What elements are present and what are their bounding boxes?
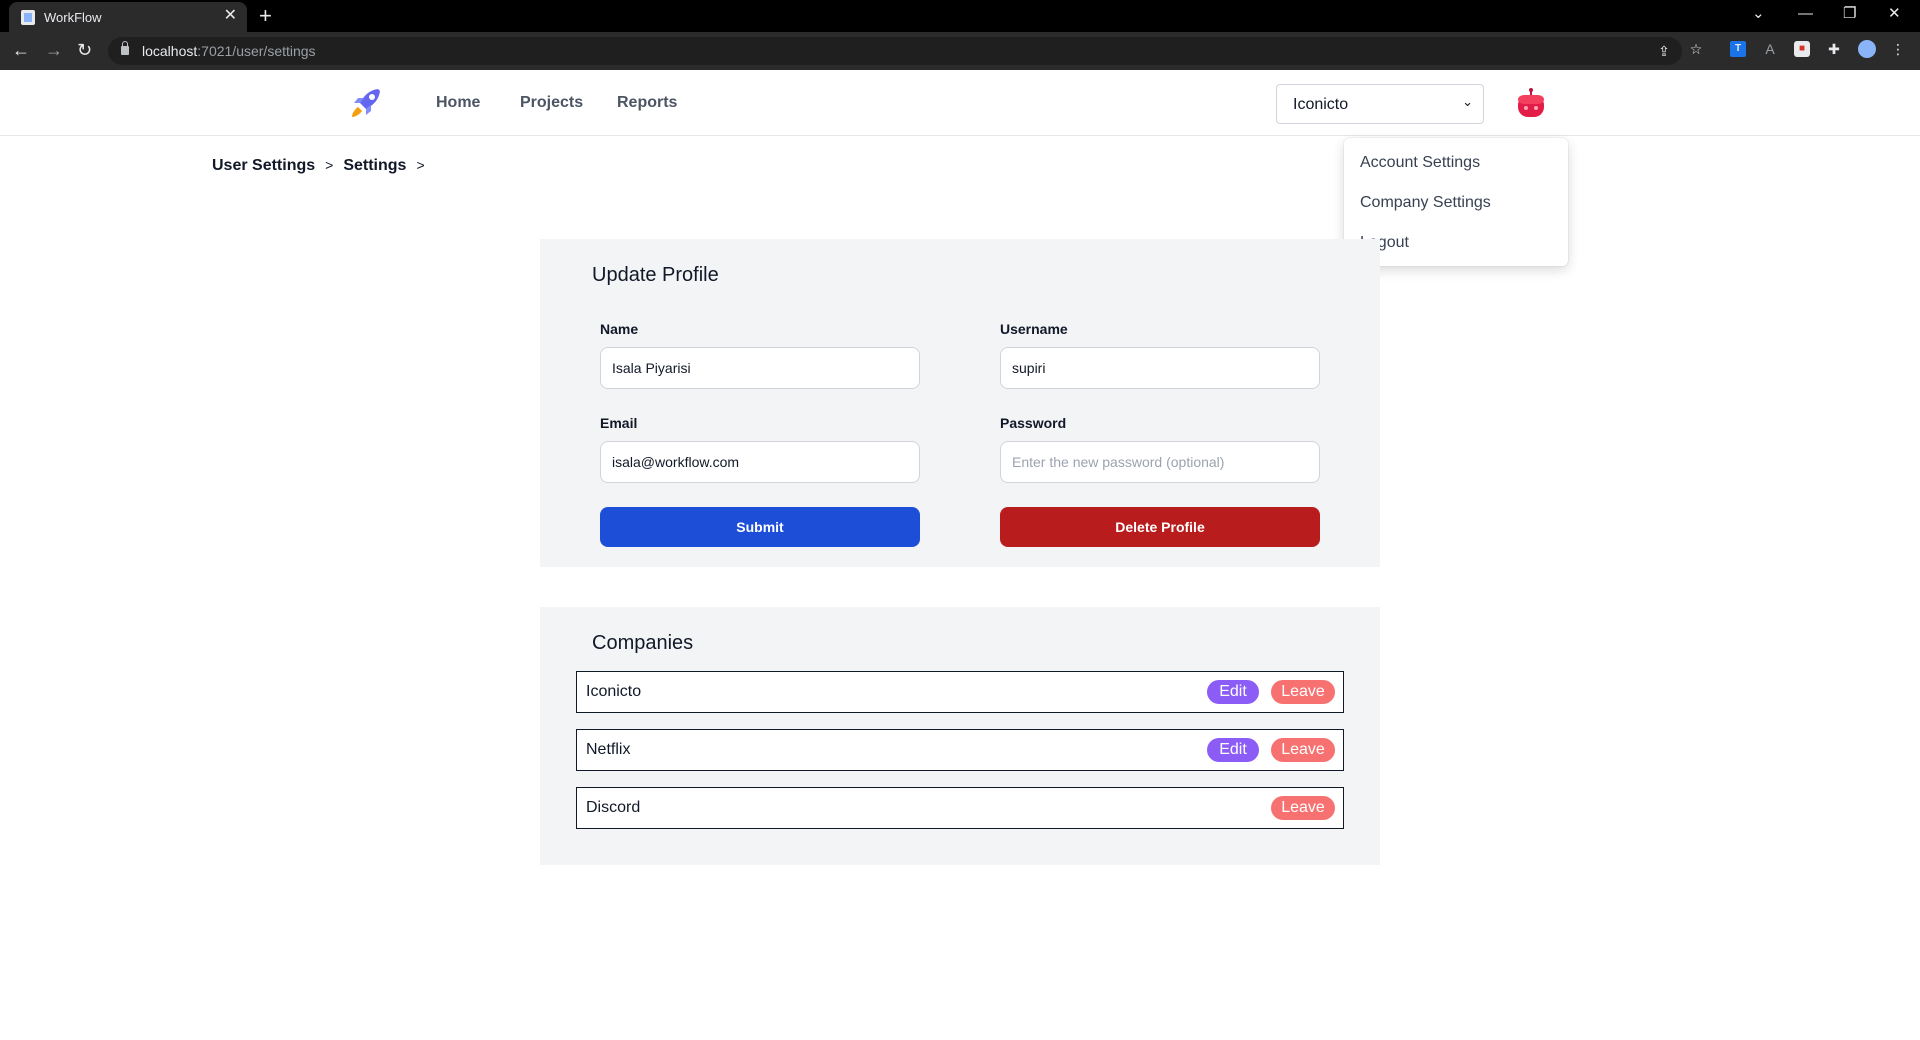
extensions-puzzle-icon[interactable]: ✚	[1826, 41, 1842, 57]
close-tab-icon[interactable]: ✕	[224, 7, 237, 25]
companies-panel: Companies Iconicto Edit Leave Netflix Ed…	[540, 607, 1380, 865]
name-input[interactable]: Isala Piyarisi	[600, 347, 920, 389]
extension-icon[interactable]: T	[1730, 41, 1746, 57]
edit-company-button[interactable]: Edit	[1207, 680, 1259, 704]
profile-avatar-icon[interactable]	[1858, 40, 1876, 58]
nav-link-projects[interactable]: Projects	[520, 94, 583, 112]
company-row: Netflix Edit Leave	[576, 729, 1344, 771]
address-bar[interactable]: localhost:7021/user/settings ⇪	[108, 37, 1682, 65]
update-profile-panel: Update Profile Name Isala Piyarisi Usern…	[540, 239, 1380, 567]
new-tab-button[interactable]: +	[259, 3, 272, 29]
reload-icon[interactable]: ↻	[77, 39, 92, 61]
breadcrumb-separator: >	[325, 157, 334, 173]
leave-company-button[interactable]: Leave	[1271, 796, 1335, 820]
leave-company-button[interactable]: Leave	[1271, 738, 1335, 762]
panel-title: Update Profile	[592, 264, 719, 286]
user-avatar-robot-icon[interactable]	[1516, 87, 1546, 119]
company-select-value: Iconicto	[1293, 96, 1349, 113]
company-select[interactable]: Iconicto ⌄	[1276, 84, 1484, 124]
email-label: Email	[600, 415, 638, 431]
forward-icon[interactable]: →	[45, 39, 63, 61]
username-label: Username	[1000, 321, 1068, 337]
username-input[interactable]: supiri	[1000, 347, 1320, 389]
back-icon[interactable]: ←	[12, 39, 30, 61]
username-input-value: supiri	[1012, 360, 1046, 376]
company-row: Iconicto Edit Leave	[576, 671, 1344, 713]
menu-item-account-settings[interactable]: Account Settings	[1360, 154, 1480, 172]
company-row: Discord Leave	[576, 787, 1344, 829]
tab-search-icon[interactable]: ⌄	[1752, 4, 1765, 24]
lock-icon	[121, 41, 129, 55]
page-favicon-icon	[21, 10, 35, 25]
app-header: Home Projects Reports Iconicto ⌄	[0, 70, 1920, 136]
browser-tab[interactable]: WorkFlow ✕	[9, 2, 247, 32]
tab-title: WorkFlow	[44, 10, 102, 25]
extension-icon[interactable]: ■	[1794, 41, 1810, 57]
password-label: Password	[1000, 415, 1067, 431]
close-window-button[interactable]: ✕	[1888, 4, 1901, 24]
company-name: Netflix	[586, 741, 631, 758]
company-name: Discord	[586, 799, 641, 816]
email-input[interactable]: isala@workflow.com	[600, 441, 920, 483]
url-text[interactable]: localhost:7021/user/settings	[142, 43, 316, 59]
chevron-down-icon: ⌄	[1462, 94, 1473, 109]
share-icon[interactable]: ⇪	[1656, 43, 1672, 59]
email-input-value: isala@workflow.com	[612, 454, 740, 470]
submit-button[interactable]: Submit	[600, 507, 920, 547]
delete-profile-button[interactable]: Delete Profile	[1000, 507, 1320, 547]
nav-link-home[interactable]: Home	[436, 94, 480, 112]
edit-company-button[interactable]: Edit	[1207, 738, 1259, 762]
translate-extension-icon[interactable]: A	[1762, 41, 1778, 57]
panel-title: Companies	[592, 632, 694, 654]
leave-company-button[interactable]: Leave	[1271, 680, 1335, 704]
breadcrumb: User Settings > Settings >	[212, 157, 435, 175]
bookmark-star-icon[interactable]: ☆	[1688, 41, 1704, 57]
menu-item-company-settings[interactable]: Company Settings	[1360, 194, 1491, 212]
breadcrumb-separator: >	[416, 157, 425, 173]
breadcrumb-item-user-settings[interactable]: User Settings	[212, 157, 315, 174]
name-label: Name	[600, 321, 639, 337]
breadcrumb-item-settings[interactable]: Settings	[343, 157, 406, 174]
minimize-button[interactable]: —	[1798, 4, 1813, 24]
browser-tab-bar: WorkFlow ✕ + ⌄ — ❐ ✕	[0, 0, 1920, 32]
browser-toolbar: ← → ↻ localhost:7021/user/settings ⇪ ☆ T…	[0, 32, 1920, 70]
rocket-logo-icon[interactable]	[348, 85, 384, 121]
company-name: Iconicto	[586, 683, 642, 700]
password-input[interactable]: Enter the new password (optional)	[1000, 441, 1320, 483]
nav-link-reports[interactable]: Reports	[617, 94, 677, 112]
more-menu-icon[interactable]: ⋮	[1890, 41, 1906, 57]
name-input-value: Isala Piyarisi	[612, 360, 691, 376]
password-input-placeholder: Enter the new password (optional)	[1012, 454, 1225, 470]
restore-button[interactable]: ❐	[1843, 4, 1856, 24]
